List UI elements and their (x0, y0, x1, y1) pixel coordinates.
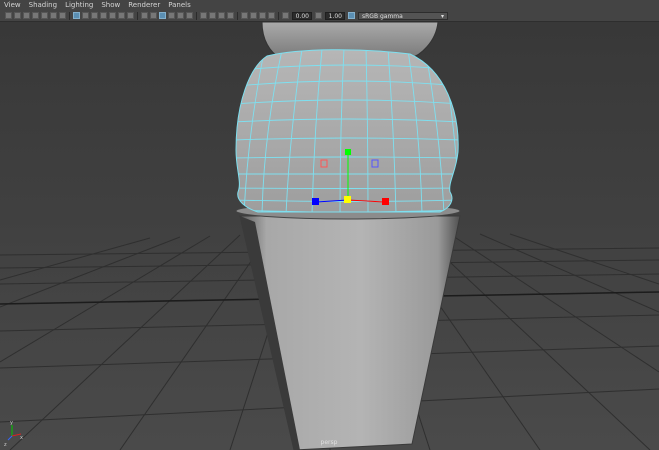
motion-blur-icon[interactable] (209, 12, 216, 19)
textured-icon[interactable] (168, 12, 175, 19)
menu-renderer[interactable]: Renderer (124, 0, 164, 10)
smooth-shade-icon[interactable] (150, 12, 157, 19)
safe-title-icon[interactable] (127, 12, 134, 19)
field-chart-icon[interactable] (109, 12, 116, 19)
panel-menu-bar: View Shading Lighting Show Renderer Pane… (0, 0, 659, 10)
grease-pencil-icon[interactable] (59, 12, 66, 19)
color-space-label: sRGB gamma (362, 12, 403, 20)
resolution-gate-icon[interactable] (91, 12, 98, 19)
toolbar-separator (237, 11, 238, 20)
film-gate-toggle-icon[interactable] (82, 12, 89, 19)
exposure-field[interactable]: 0.00 (292, 11, 312, 20)
camera-attributes-icon[interactable] (14, 12, 21, 19)
xray-joints-icon[interactable] (259, 12, 266, 19)
use-all-lights-icon[interactable] (177, 12, 184, 19)
gate-mask-icon[interactable] (100, 12, 107, 19)
two-d-pan-icon[interactable] (50, 12, 57, 19)
gamma-icon[interactable] (315, 12, 322, 19)
axis-z-glyph: z (4, 442, 7, 448)
chevron-down-icon: ▾ (440, 12, 444, 20)
wireframe-on-shaded-icon[interactable] (159, 12, 166, 19)
axis-x-glyph: x (20, 435, 23, 441)
manip-y-handle[interactable] (345, 149, 351, 155)
xray-icon[interactable] (250, 12, 257, 19)
toolbar-separator (196, 11, 197, 20)
image-plane-icon[interactable] (32, 12, 39, 19)
manip-center-handle[interactable] (344, 196, 351, 203)
menu-lighting[interactable]: Lighting (61, 0, 97, 10)
shadows-icon[interactable] (186, 12, 193, 19)
color-space-dropdown[interactable]: sRGB gamma ▾ (358, 11, 448, 20)
toolbar-separator (137, 11, 138, 20)
manip-x-handle[interactable] (382, 198, 389, 205)
menu-show[interactable]: Show (97, 0, 124, 10)
bookmark-icon[interactable] (23, 12, 30, 19)
grid-icon[interactable] (73, 12, 80, 19)
camera-name-label: persp (320, 439, 338, 446)
toolbar-separator (69, 11, 70, 20)
depth-of-field-icon[interactable] (227, 12, 234, 19)
safe-action-icon[interactable] (118, 12, 125, 19)
menu-shading[interactable]: Shading (25, 0, 61, 10)
axis-y-glyph: y (10, 420, 13, 426)
toolbar-separator (278, 11, 279, 20)
gamma-field[interactable]: 1.00 (325, 11, 345, 20)
manip-z-handle[interactable] (312, 198, 319, 205)
wireframe-icon[interactable] (141, 12, 148, 19)
isolate-select-icon[interactable] (241, 12, 248, 19)
bulb-shape[interactable] (236, 49, 459, 213)
screen-space-ao-icon[interactable] (200, 12, 207, 19)
anti-aliasing-icon[interactable] (218, 12, 225, 19)
film-gate-icon[interactable] (41, 12, 48, 19)
backface-culling-icon[interactable] (268, 12, 275, 19)
panel-toolbar: 0.00 1.00 sRGB gamma ▾ (0, 10, 659, 22)
perspective-viewport[interactable]: y x z (0, 22, 659, 450)
menu-panels[interactable]: Panels (164, 0, 195, 10)
exposure-icon[interactable] (282, 12, 289, 19)
menu-view[interactable]: View (0, 0, 25, 10)
select-camera-icon[interactable] (5, 12, 12, 19)
color-management-icon[interactable] (348, 12, 355, 19)
